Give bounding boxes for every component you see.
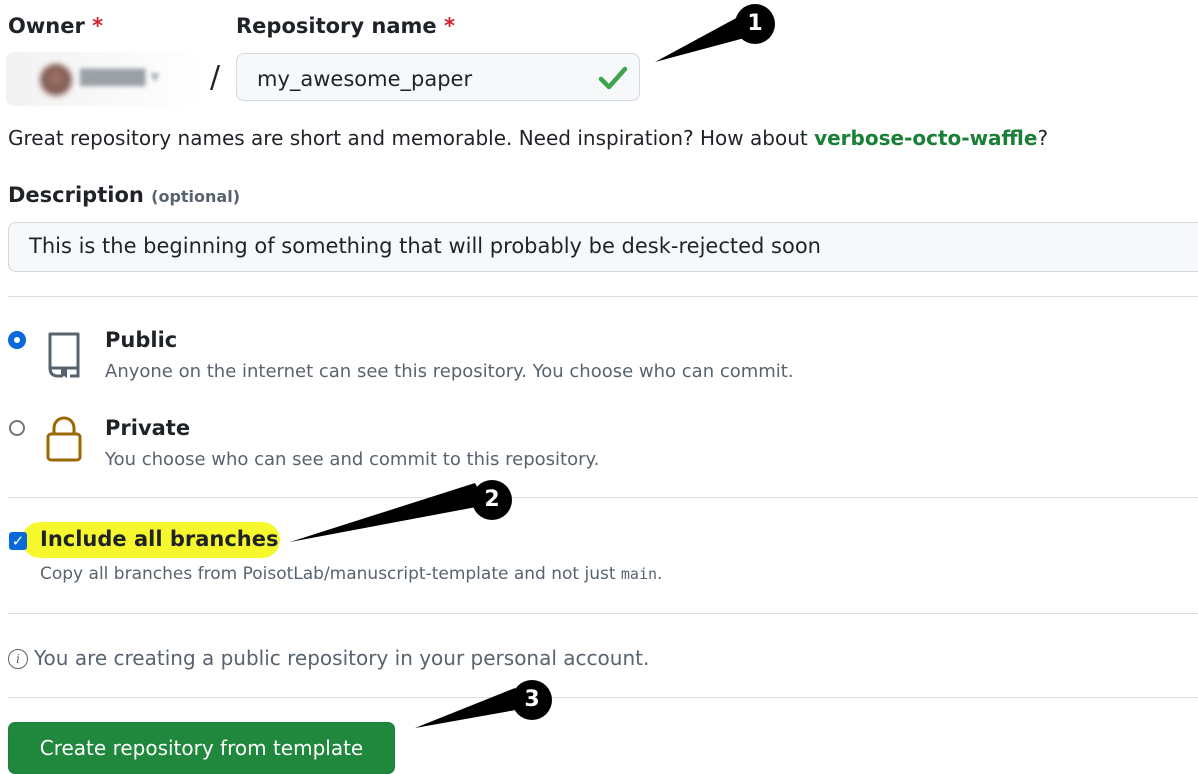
callout-3: 3	[512, 680, 552, 720]
callout-2: 2	[472, 480, 512, 520]
annotation-arrows	[290, 16, 752, 728]
callout-1: 1	[735, 4, 775, 44]
